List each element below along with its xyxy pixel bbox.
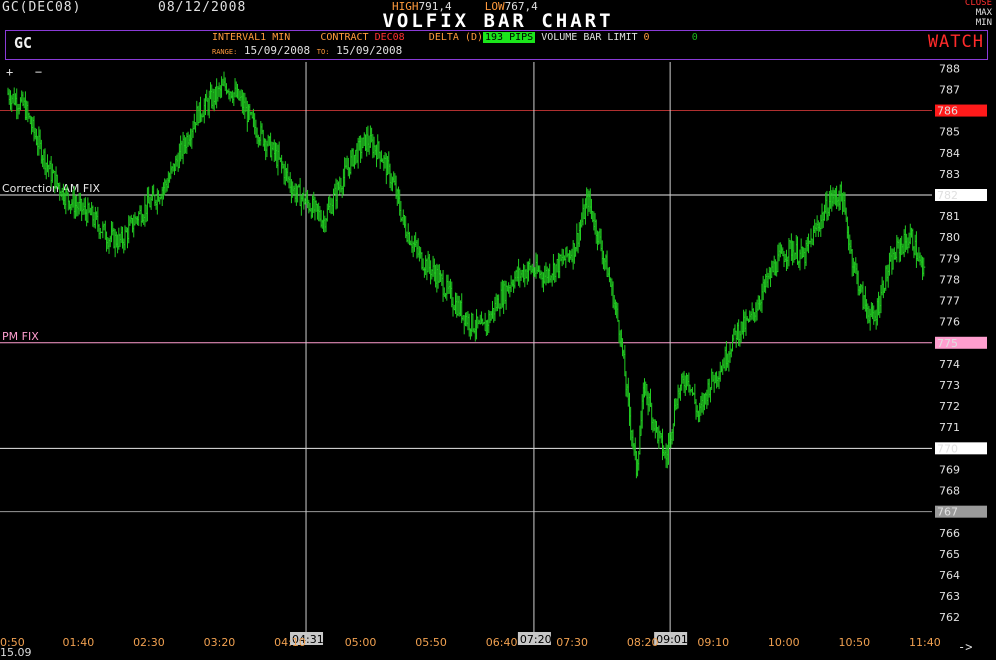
x-tick-label: 08:20 <box>627 636 659 649</box>
level-label: PM FIX <box>2 330 39 343</box>
x-tick-label: 05:50 <box>415 636 447 649</box>
y-tick-label: 776 <box>939 316 960 329</box>
time-cursor-label: 07:20 <box>520 633 552 646</box>
y-tick-label: 763 <box>939 590 960 603</box>
y-tick-label: 780 <box>939 231 960 244</box>
y-tick-label: 781 <box>939 210 960 223</box>
y-tick-label: 772 <box>939 400 960 413</box>
level-tag-value: 770 <box>937 442 958 455</box>
x-tick-label: 07:30 <box>556 636 588 649</box>
y-tick-label: 783 <box>939 168 960 181</box>
x-tick-label: 02:30 <box>133 636 165 649</box>
y-tick-label: 774 <box>939 358 960 371</box>
y-tick-label: 784 <box>939 147 960 160</box>
y-tick-label: 771 <box>939 421 960 434</box>
y-tick-label: 766 <box>939 527 960 540</box>
y-tick-label: 788 <box>939 62 960 75</box>
y-tick-label: 762 <box>939 611 960 624</box>
level-tag-value: 775 <box>937 337 958 350</box>
level-tag-value: 782 <box>937 189 958 202</box>
x-axis: 0:50 01:40 02:30 03:20 04:10 05:00 05:50 06:40 0… <box>0 636 941 649</box>
x-tick-label: 03:20 <box>204 636 236 649</box>
y-tick-label: 765 <box>939 548 960 561</box>
bar-chart[interactable]: Correction AM FIXPM FIX 04:31 07:20 09:01 … <box>0 0 996 660</box>
y-tick-label: 778 <box>939 273 960 286</box>
y-tick-label: 764 <box>939 569 960 582</box>
y-tick-label: 785 <box>939 126 960 139</box>
scroll-right-button[interactable]: -> <box>958 640 972 654</box>
y-tick-label: 779 <box>939 252 960 265</box>
price-series <box>7 71 926 479</box>
x-tick-label: 10:00 <box>768 636 800 649</box>
x-tick-label: 10:50 <box>838 636 870 649</box>
y-tick-label: 773 <box>939 379 960 392</box>
x-tick-label: 06:40 <box>486 636 518 649</box>
horizontal-levels: Correction AM FIXPM FIX <box>0 110 932 513</box>
y-tick-label: 787 <box>939 83 960 96</box>
x-tick-label: 09:10 <box>697 636 729 649</box>
time-cursors: 04:31 07:20 09:01 <box>290 62 688 646</box>
x-tick-label: 01:40 <box>63 636 95 649</box>
x-tick-label: 05:00 <box>345 636 377 649</box>
y-tick-label: 768 <box>939 485 960 498</box>
x-tick-label: 11:40 <box>909 636 941 649</box>
x-tick-label: 04:10 <box>274 636 306 649</box>
level-tag-value: 786 <box>937 105 958 118</box>
y-tick-label: 769 <box>939 463 960 476</box>
bottom-date-label: 15.09 <box>0 646 32 659</box>
level-tags: 786 782 775 770 767 <box>935 104 987 519</box>
time-cursor-label: 09:01 <box>656 633 688 646</box>
level-tag-value: 767 <box>937 506 958 519</box>
y-tick-label: 777 <box>939 295 960 308</box>
